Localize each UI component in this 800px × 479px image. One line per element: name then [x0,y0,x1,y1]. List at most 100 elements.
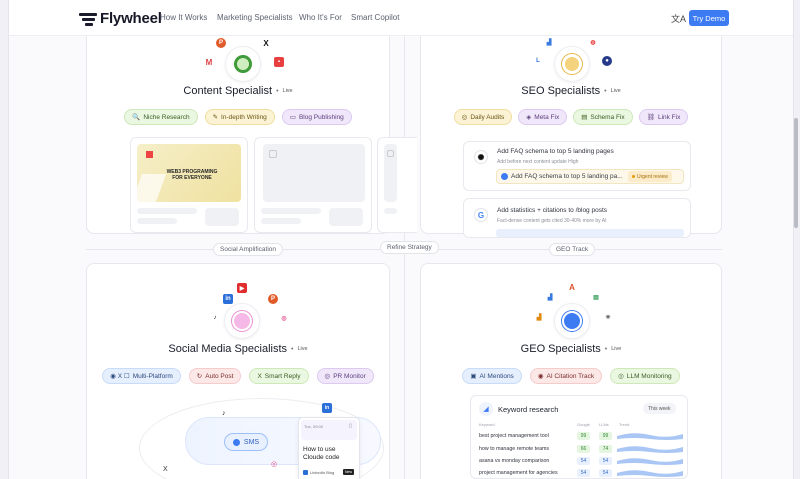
instagram-icon: ◎ [281,315,287,322]
nav-marketing-specialists[interactable]: Marketing Specialists [217,13,293,22]
gmail-icon: M [205,57,213,67]
chip-label: Smart Reply [264,372,301,380]
chip-meta-fix[interactable]: ◈ Meta Fix [518,109,568,125]
col-keyword: Keyword [479,422,495,427]
brand-logo[interactable]: Flywheel [79,10,162,27]
try-demo-button[interactable]: Try Demo [689,10,729,26]
llm-score: 74 [599,445,612,453]
sms-icon [232,438,240,446]
chip-niche-research[interactable]: 🔍 Niche Research [124,109,198,125]
geo-avatar [562,311,582,331]
chip-label: Meta Fix [534,113,560,121]
page-scrollbar[interactable] [794,118,798,228]
top-nav: Flywheel How It Works Marketing Speciali… [9,0,793,36]
blog-preview-card[interactable]: WEB3 PROGRAMING FOR EVERYONE [130,137,248,233]
trend-sparkline [617,470,683,477]
urgent-review-badge: Urgent review [628,171,672,182]
status-dot: • [604,345,608,353]
target-icon: ◎ [461,114,468,121]
task-title: Add statistics + citations to /blog post… [497,207,608,214]
chip-smart-reply[interactable]: X Smart Reply [249,368,309,384]
seo-avatar [562,54,582,74]
platforms-icon: ◉ X ☐ [110,373,130,380]
geo-status: Live [611,346,622,352]
chip-multi-platform[interactable]: ◉ X ☐ Multi-Platform [102,368,181,384]
brand-name: Flywheel [100,10,162,27]
nav-smart-copilot[interactable]: Smart Copilot [351,13,399,22]
x-icon: X [163,466,168,473]
keyword-research-panel: ◢ Keyword research This week Keyword Goo… [470,395,688,479]
seo-status: Live [610,88,621,94]
keyword-row-1: best project management tool [479,433,549,439]
chip-link-fix[interactable]: ⛓ Link Fix [638,109,689,125]
status-dot: • [291,345,294,353]
social-title-row: Social Media Specialists • Live [86,343,390,355]
google-score: 54 [577,469,590,477]
subtask-text: Add FAQ schema to top 5 landing pa... [511,173,623,180]
blog-preview-heading: WEB3 PROGRAMING FOR EVERYONE [166,169,218,181]
llm-score: 54 [599,469,612,477]
keyword-panel-title: Keyword research [498,405,559,414]
chip-in-depth-writing[interactable]: ✎ In-depth Writing [204,109,275,125]
social-status: Live [297,346,308,352]
chip-label: Link Fix [657,113,681,121]
linkedin-icon: in [223,294,233,304]
partial-preview-card[interactable] [377,137,417,233]
search-icon: 🔍 [132,114,141,121]
scheduled-post-card[interactable]: Tue, 09:00 ▯ How to use Cloude code Link… [298,417,360,479]
text-placeholder [137,218,177,224]
thumb-placeholder [205,208,239,226]
linkedin-small-icon: L [536,58,540,64]
chip-label: Multi-Platform [132,372,173,380]
seo-chips: ◎ Daily Audits ◈ Meta Fix ▤ Schema Fix ⛓… [420,109,722,125]
ahrefs-icon: ◍ [590,39,596,46]
trend-sparkline [617,446,683,453]
period-selector[interactable]: This week [643,403,676,414]
app-frame: Flywheel How It Works Marketing Speciali… [8,0,794,479]
chip-daily-audits[interactable]: ◎ Daily Audits [453,109,513,125]
llm-score: 54 [599,457,612,465]
translate-icon[interactable]: 文A [671,12,686,25]
nav-who-its-for[interactable]: Who It's For [299,13,342,22]
connector-geo-track: GEO Track [549,243,596,256]
col-llms: LLMs [599,422,609,427]
social-title: Social Media Specialists [168,343,288,355]
text-placeholder [261,218,301,224]
sms-chip[interactable]: SMS [224,433,268,451]
connector-refine-strategy: Refine Strategy [380,241,439,254]
share-icon: ↻ [196,373,203,380]
mentions-icon: ▣ [470,373,477,380]
link-icon: ⛓ [646,114,655,121]
nav-how-it-works[interactable]: How It Works [160,13,207,22]
sheet-icon: ▤ [593,294,599,301]
monitor-icon: ◎ [618,373,624,380]
flag-icon [146,151,153,158]
google-score: 54 [577,457,590,465]
chip-pr-monitor[interactable]: ◎ PR Monitor [316,368,374,384]
google-score: 66 [577,445,590,453]
anthropic-icon: A [569,282,575,292]
analytics-icon: ▟ [546,39,552,46]
thumb-placeholder [329,208,363,226]
draft-preview-card[interactable] [254,137,372,233]
seo-task-statistics[interactable]: G Add statistics + citations to /blog po… [463,198,691,238]
social-avatar [232,311,252,331]
chip-ai-mentions[interactable]: ▣ AI Mentions [462,368,522,384]
seo-task-faq[interactable]: ✺ Add FAQ schema to top 5 landing pages … [463,141,691,191]
google-icon: G [474,208,488,222]
llm-score: 99 [599,432,612,440]
divider-vertical [404,36,405,479]
text-placeholder [384,208,397,214]
chip-schema-fix[interactable]: ▤ Schema Fix [573,109,633,125]
chip-ai-citation-track[interactable]: ◉ AI Citation Track [529,368,603,384]
chip-label: In-depth Writing [221,113,267,121]
image-icon [387,150,394,157]
citation-icon: ◉ [537,373,544,380]
chip-llm-monitoring[interactable]: ◎ LLM Monitoring [610,368,680,384]
subtask-placeholder [496,229,684,237]
social-orbit: ▶ in P ♪ ◎ [86,263,390,339]
radar-icon: ◎ [324,373,331,380]
chip-blog-publishing[interactable]: ▭ Blog Publishing [281,109,352,125]
chip-auto-post[interactable]: ↻ Auto Post [188,368,242,384]
chip-label: LLM Monitoring [626,372,672,380]
